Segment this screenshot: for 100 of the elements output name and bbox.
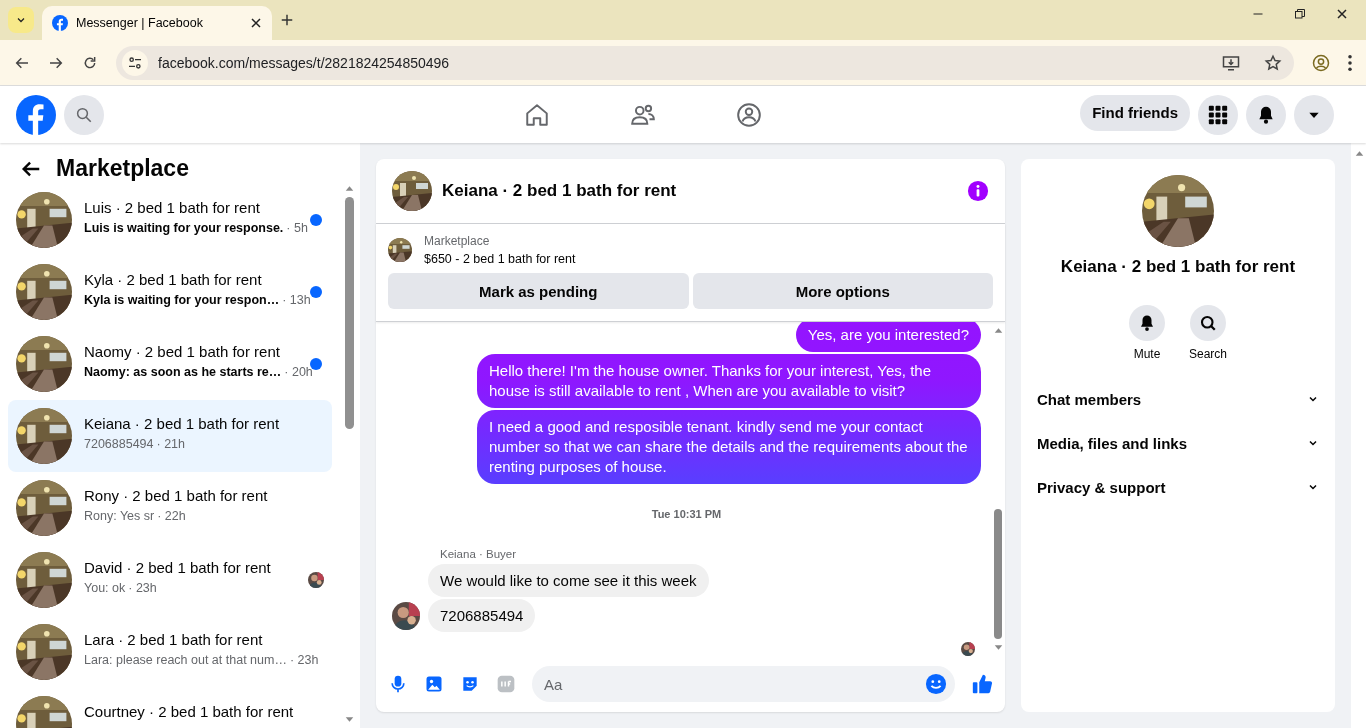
voice-clip-button[interactable] — [388, 674, 408, 694]
conversation-item[interactable]: Naomy · 2 bed 1 bath for rent Naomy: as soon as he starts re… · 20h — [8, 328, 332, 400]
info-button[interactable] — [967, 180, 989, 202]
conversation-title: Rony · 2 bed 1 bath for rent — [84, 487, 269, 505]
scroll-up-icon — [344, 184, 354, 193]
browser-menu-button[interactable] — [1348, 54, 1352, 71]
home-tab[interactable] — [524, 101, 550, 128]
sender-label: Keiana · Buyer — [440, 548, 518, 560]
facebook-home-link[interactable] — [16, 94, 56, 135]
search-icon — [1199, 314, 1217, 332]
message-bubble: Hello there! I'm the house owner. Thanks for your interest, Yes, the house is still available to rent , When are you available to visit? — [477, 354, 981, 408]
message-bubble: I need a good and resposible tenant. kindly send me your contact number so that we can share the details and the requirements about the renting purposes of house. — [477, 410, 981, 484]
conversation-title: Luis · 2 bed 1 bath for rent — [84, 199, 261, 217]
browser-tab[interactable]: Messenger | Facebook — [42, 6, 272, 40]
message-bubble: 7206885494 — [428, 599, 536, 632]
message-preview: 7206885494 — [84, 437, 154, 451]
menu-button[interactable] — [1198, 94, 1238, 135]
message-preview: Kyla is waiting for your respon… — [84, 293, 280, 307]
listing-action-button[interactable]: More options — [692, 273, 993, 309]
conversation-item[interactable]: Keiana · 2 bed 1 bath for rent 7206885494 · 21h — [8, 400, 332, 472]
message-time: · 22h — [157, 509, 186, 523]
message-preview: Rony: Yes sr — [84, 509, 155, 523]
scroll-down-icon — [344, 715, 354, 724]
restore-icon — [1294, 8, 1306, 20]
info-icon — [967, 180, 989, 202]
bookmark-button[interactable] — [1264, 53, 1282, 72]
facebook-logo-icon — [52, 15, 68, 31]
sticker-icon — [460, 674, 480, 694]
reload-button[interactable] — [82, 54, 98, 71]
listing-label: Marketplace — [424, 234, 491, 248]
restore-button[interactable] — [1294, 8, 1306, 20]
groups-tab[interactable] — [736, 101, 762, 128]
message-preview: You: ok — [84, 581, 126, 595]
conversation-item[interactable]: David · 2 bed 1 bath for rent You: ok · 23h — [8, 544, 332, 616]
conversation-item[interactable]: Luis · 2 bed 1 bath for rent Luis is waiting for your response. · 5h — [8, 184, 332, 256]
message-preview: Luis is waiting for your response. — [84, 221, 284, 235]
plus-icon — [280, 13, 294, 27]
url-text: facebook.com/messages/t/2821824254850496 — [158, 54, 451, 71]
conversation-item[interactable]: Lara · 2 bed 1 bath for rent Lara: please reach out at that num… · 23h — [8, 616, 332, 688]
message-input[interactable]: Aa — [532, 666, 955, 702]
message-time: · 5h — [286, 221, 308, 235]
conversation-item[interactable]: Kyla · 2 bed 1 bath for rent Kyla is waiting for your respon… · 13h — [8, 256, 332, 328]
section-header[interactable]: Chat members — [1029, 377, 1327, 421]
conversation-title: Lara · 2 bed 1 bath for rent — [84, 631, 264, 649]
thumbs-up-icon — [971, 673, 993, 695]
close-window-button[interactable] — [1336, 8, 1348, 20]
conversation-item[interactable]: Courtney · 2 bed 1 bath for rent — [8, 688, 332, 728]
sticker-button[interactable] — [460, 674, 480, 694]
reload-icon — [82, 54, 98, 71]
profile-button[interactable] — [1312, 53, 1330, 72]
facebook-logo-icon — [16, 94, 56, 135]
search-button[interactable] — [64, 94, 104, 135]
close-tab-button[interactable] — [250, 17, 262, 29]
close-icon — [250, 17, 262, 29]
timestamp: Tue 10:31 PM — [651, 508, 722, 520]
conversation-title: Courtney · 2 bed 1 bath for rent — [84, 703, 295, 721]
conversation-item[interactable]: Rony · 2 bed 1 bath for rent Rony: Yes sr · 22h — [8, 472, 332, 544]
install-app-button[interactable] — [1222, 53, 1240, 72]
message-time: · 21h — [156, 437, 186, 451]
conversation-title: Naomy · 2 bed 1 bath for rent — [84, 343, 281, 361]
section-header[interactable]: Privacy & support — [1029, 465, 1327, 509]
more-options-icon — [1348, 54, 1352, 71]
scroll-up-icon — [993, 326, 1003, 335]
scroll-up-icon — [1354, 149, 1364, 158]
scrollbar-thumb[interactable] — [994, 509, 1002, 639]
conversation-title: Keiana · 2 bed 1 bath for rent — [84, 415, 281, 433]
chat-title: Keiana · 2 bed 1 bath for rent — [442, 181, 678, 201]
find-friends-button[interactable]: Find friends — [1080, 94, 1190, 131]
message-time: · 23h — [289, 653, 319, 667]
star-icon — [1264, 53, 1282, 72]
listing-title: $650 - 2 bed 1 bath for rent — [424, 252, 576, 266]
message-preview: Naomy: as soon as he starts re… — [84, 365, 282, 379]
message-preview: Lara: please reach out at that num… — [84, 653, 287, 667]
profile-icon — [1312, 53, 1330, 72]
microphone-icon — [388, 674, 408, 694]
tab-title: Messenger | Facebook — [76, 16, 204, 30]
attach-photo-button[interactable] — [424, 674, 444, 694]
conversation-title: David · 2 bed 1 bath for rent — [84, 559, 272, 577]
sidebar-title: Marketplace — [56, 155, 189, 182]
message-bubble: Yes, are you interested? — [795, 322, 981, 352]
app-grid-icon — [1208, 104, 1228, 125]
message-time: · 23h — [128, 581, 157, 595]
gif-icon — [496, 674, 516, 694]
search-icon — [75, 105, 93, 124]
image-icon — [424, 674, 444, 694]
listing-action-button[interactable]: Mark as pending — [388, 273, 689, 309]
new-tab-button[interactable] — [280, 13, 294, 27]
scroll-down-icon — [993, 643, 1003, 652]
close-icon — [1336, 8, 1348, 20]
monitor-download-icon — [1222, 53, 1240, 72]
bell-icon — [1138, 314, 1156, 332]
notifications-button[interactable] — [1246, 94, 1286, 135]
section-header[interactable]: Media, files and links — [1029, 421, 1327, 465]
scrollbar-thumb[interactable] — [344, 197, 354, 429]
emoji-button[interactable] — [925, 673, 947, 695]
message-bubble: We would like to come see it this week — [428, 564, 709, 597]
conversation-title: Kyla · 2 bed 1 bath for rent — [84, 271, 263, 289]
like-button[interactable] — [971, 673, 993, 695]
address-bar[interactable]: facebook.com/messages/t/2821824254850496 — [116, 45, 1294, 80]
emoji-icon — [925, 673, 947, 695]
